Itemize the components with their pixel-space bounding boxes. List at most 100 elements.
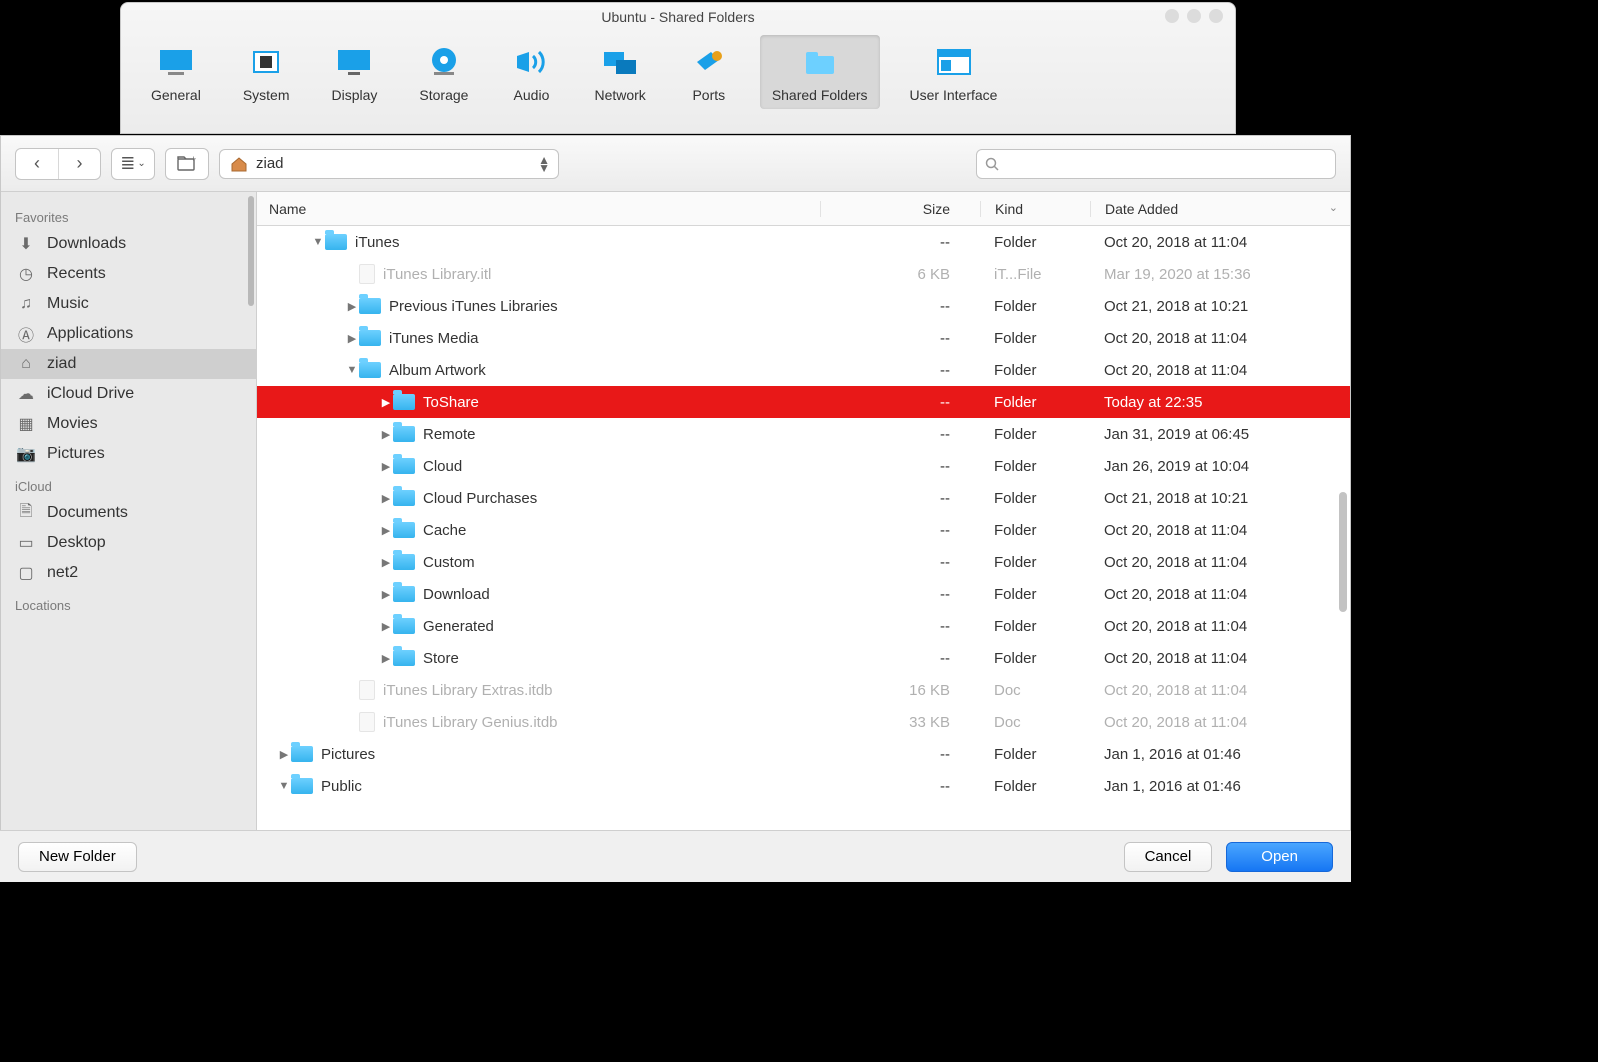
sidebar-item-music[interactable]: ♫Music xyxy=(1,289,256,319)
disclosure-triangle-icon[interactable]: ▶ xyxy=(379,652,393,665)
path-selector[interactable]: ziad ▲▼ xyxy=(219,149,559,179)
disclosure-triangle-icon[interactable]: ▶ xyxy=(379,556,393,569)
tab-icon xyxy=(510,41,552,83)
tab-ports[interactable]: Ports xyxy=(676,35,742,109)
new-folder-button[interactable]: New Folder xyxy=(18,842,137,872)
file-size: 6 KB xyxy=(820,266,980,283)
tab-display[interactable]: Display xyxy=(320,35,390,109)
file-size: -- xyxy=(820,458,980,475)
disclosure-triangle-icon[interactable]: ▶ xyxy=(345,300,359,313)
tab-shared-folders[interactable]: Shared Folders xyxy=(760,35,880,109)
tab-icon xyxy=(688,41,730,83)
disclosure-triangle-icon[interactable]: ▶ xyxy=(345,332,359,345)
col-size[interactable]: Size xyxy=(820,201,980,217)
vb-titlebar: Ubuntu - Shared Folders xyxy=(121,3,1235,31)
file-scrollbar[interactable] xyxy=(1339,492,1347,612)
view-mode[interactable]: ≣⌄ xyxy=(111,148,155,180)
sidebar-scrollbar[interactable] xyxy=(248,196,254,306)
sidebar-item-ziad[interactable]: ⌂ziad xyxy=(1,349,256,379)
sidebar-item-icloud-drive[interactable]: ☁iCloud Drive xyxy=(1,379,256,409)
file-name: Store xyxy=(423,650,459,667)
folder-icon xyxy=(325,234,347,250)
file-kind: Folder xyxy=(980,298,1090,315)
file-row[interactable]: ▼iTunes--FolderOct 20, 2018 at 11:04 xyxy=(257,226,1350,258)
tab-icon xyxy=(155,41,197,83)
sidebar-item-pictures[interactable]: 📷Pictures xyxy=(1,439,256,469)
sidebar-item-movies[interactable]: ▦Movies xyxy=(1,409,256,439)
tab-network[interactable]: Network xyxy=(582,35,657,109)
tab-system[interactable]: System xyxy=(231,35,302,109)
sidebar-item-downloads[interactable]: ⬇Downloads xyxy=(1,229,256,259)
file-row[interactable]: ▼Public--FolderJan 1, 2016 at 01:46 xyxy=(257,770,1350,802)
disclosure-triangle-icon[interactable]: ▼ xyxy=(277,780,291,792)
tab-general[interactable]: General xyxy=(139,35,213,109)
file-kind: Folder xyxy=(980,746,1090,763)
sidebar-section-icloud: iCloud xyxy=(1,469,256,498)
list-view-icon[interactable]: ≣⌄ xyxy=(112,149,154,179)
folder-icon: ▢ xyxy=(15,564,37,582)
tab-label: System xyxy=(243,87,290,103)
back-button[interactable]: ‹ xyxy=(16,149,58,179)
file-row[interactable]: ▶Download--FolderOct 20, 2018 at 11:04 xyxy=(257,578,1350,610)
svg-text:+: + xyxy=(191,156,196,164)
search-field[interactable] xyxy=(976,149,1336,179)
file-row[interactable]: ▶Cache--FolderOct 20, 2018 at 11:04 xyxy=(257,514,1350,546)
file-row[interactable]: ▶Store--FolderOct 20, 2018 at 11:04 xyxy=(257,642,1350,674)
open-button[interactable]: Open xyxy=(1226,842,1333,872)
file-row[interactable]: ▶Remote--FolderJan 31, 2019 at 06:45 xyxy=(257,418,1350,450)
sidebar-item-label: net2 xyxy=(47,564,78,582)
file-row[interactable]: ▶Cloud--FolderJan 26, 2019 at 10:04 xyxy=(257,450,1350,482)
file-row[interactable]: ▶Generated--FolderOct 20, 2018 at 11:04 xyxy=(257,610,1350,642)
disclosure-triangle-icon[interactable]: ▶ xyxy=(379,396,393,409)
sidebar-item-net2[interactable]: ▢ net2 xyxy=(1,558,256,588)
file-row[interactable]: ▼Album Artwork--FolderOct 20, 2018 at 11… xyxy=(257,354,1350,386)
file-size: -- xyxy=(820,586,980,603)
search-input[interactable] xyxy=(1005,156,1327,171)
sidebar-item-label: Documents xyxy=(47,504,128,522)
search-icon xyxy=(985,157,999,171)
sidebar-item-applications[interactable]: ⒶApplications xyxy=(1,319,256,349)
disclosure-triangle-icon[interactable]: ▼ xyxy=(345,364,359,376)
tab-user-interface[interactable]: User Interface xyxy=(898,35,1010,109)
file-row[interactable]: ▶Previous iTunes Libraries--FolderOct 21… xyxy=(257,290,1350,322)
forward-button[interactable]: › xyxy=(58,149,100,179)
file-row[interactable]: ▶Pictures--FolderJan 1, 2016 at 01:46 xyxy=(257,738,1350,770)
home-icon xyxy=(230,156,248,172)
sidebar-item-documents[interactable]: 🗎Documents xyxy=(1,498,256,528)
disclosure-triangle-icon[interactable]: ▶ xyxy=(379,492,393,505)
file-kind: Folder xyxy=(980,362,1090,379)
tab-audio[interactable]: Audio xyxy=(498,35,564,109)
group-button[interactable]: + xyxy=(165,148,209,180)
sidebar-item-recents[interactable]: ◷Recents xyxy=(1,259,256,289)
file-row[interactable]: iTunes Library.itl6 KBiT...FileMar 19, 2… xyxy=(257,258,1350,290)
disclosure-triangle-icon[interactable]: ▶ xyxy=(379,588,393,601)
tab-storage[interactable]: Storage xyxy=(407,35,480,109)
col-name[interactable]: Name xyxy=(257,201,820,217)
folder-plus-icon[interactable]: + xyxy=(166,149,208,179)
tab-label: User Interface xyxy=(910,87,998,103)
file-name: iTunes xyxy=(355,234,399,251)
zoom-button[interactable] xyxy=(1187,9,1201,23)
close-button[interactable] xyxy=(1209,9,1223,23)
disclosure-triangle-icon[interactable]: ▶ xyxy=(379,524,393,537)
disclosure-triangle-icon[interactable]: ▶ xyxy=(379,428,393,441)
file-row[interactable]: iTunes Library Extras.itdb16 KBDocOct 20… xyxy=(257,674,1350,706)
file-name: Previous iTunes Libraries xyxy=(389,298,558,315)
minimize-button[interactable] xyxy=(1165,9,1179,23)
col-date[interactable]: Date Added⌄ xyxy=(1090,201,1350,217)
file-row[interactable]: iTunes Library Genius.itdb33 KBDocOct 20… xyxy=(257,706,1350,738)
file-name: Remote xyxy=(423,426,476,443)
disclosure-triangle-icon[interactable]: ▶ xyxy=(277,748,291,761)
disclosure-triangle-icon[interactable]: ▼ xyxy=(311,236,325,248)
file-row[interactable]: ▶Cloud Purchases--FolderOct 21, 2018 at … xyxy=(257,482,1350,514)
disclosure-triangle-icon[interactable]: ▶ xyxy=(379,620,393,633)
disclosure-triangle-icon[interactable]: ▶ xyxy=(379,460,393,473)
file-row[interactable]: ▶iTunes Media--FolderOct 20, 2018 at 11:… xyxy=(257,322,1350,354)
file-name: Pictures xyxy=(321,746,375,763)
folder-icon xyxy=(393,618,415,634)
col-kind[interactable]: Kind xyxy=(980,201,1090,217)
file-row[interactable]: ▶ToShare--FolderToday at 22:35 xyxy=(257,386,1350,418)
cancel-button[interactable]: Cancel xyxy=(1124,842,1213,872)
file-row[interactable]: ▶Custom--FolderOct 20, 2018 at 11:04 xyxy=(257,546,1350,578)
sidebar-item-desktop[interactable]: ▭Desktop xyxy=(1,528,256,558)
